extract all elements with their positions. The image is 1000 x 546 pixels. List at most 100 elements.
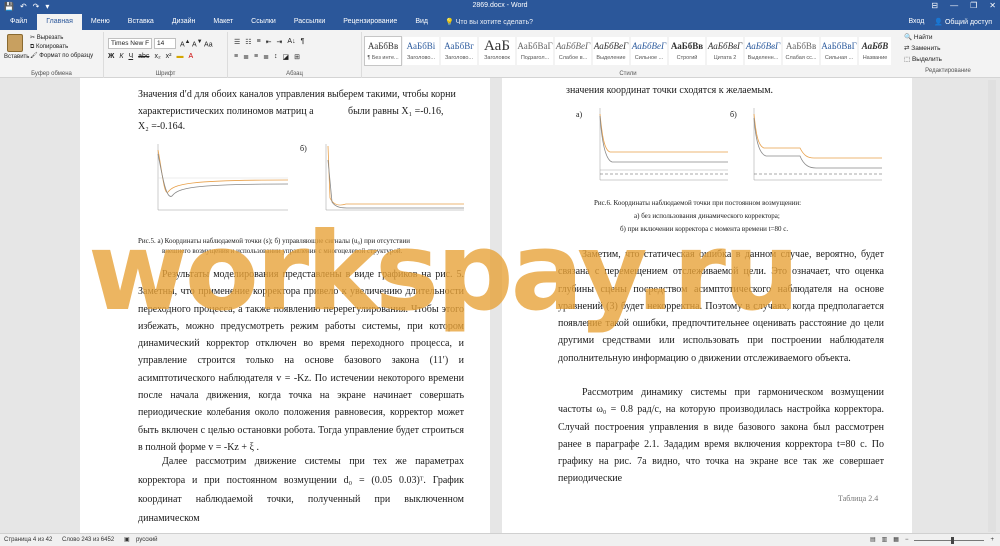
figure-6b bbox=[744, 104, 884, 188]
align-center-icon[interactable]: ≣ bbox=[243, 53, 249, 61]
font-grow-icon[interactable]: A▲ A▼ Aa bbox=[180, 39, 213, 48]
word-count[interactable]: Слово 243 из 6452 bbox=[62, 534, 114, 546]
select-button[interactable]: ⬚ Выделить bbox=[904, 54, 998, 65]
minimize-button[interactable]: — bbox=[950, 1, 958, 10]
style-item[interactable]: АаБбВ Название bbox=[858, 36, 892, 66]
replace-button[interactable]: ⇄ Заменить bbox=[904, 43, 998, 54]
borders-icon[interactable]: ⊞ bbox=[294, 53, 300, 61]
styles-gallery: АаБбВв ¶ Без инте... АаБбВі Заголово... Аа… bbox=[364, 32, 892, 78]
style-item[interactable]: АаБбВеГ Сильное ... bbox=[630, 36, 668, 66]
underline-button[interactable]: Ч bbox=[128, 53, 133, 60]
style-item[interactable]: АаБ Заголовок bbox=[478, 36, 516, 66]
ribbon-tabs: Файл Главная Меню Вставка Дизайн Макет С… bbox=[0, 14, 1000, 30]
proofing-icon[interactable]: ▣ bbox=[124, 534, 130, 546]
tab-insert[interactable]: Вставка bbox=[119, 14, 163, 30]
increase-indent-icon[interactable]: ⇥ bbox=[277, 38, 283, 46]
language[interactable]: русский bbox=[136, 534, 158, 546]
zoom-slider-knob[interactable] bbox=[951, 536, 955, 544]
format-painter-button[interactable]: 🖌 Формат по образцу bbox=[30, 52, 93, 61]
copy-button[interactable]: ⧉ Копировать bbox=[30, 43, 93, 52]
tab-review[interactable]: Рецензирование bbox=[334, 14, 406, 30]
body-line: значения координат точки сходятся к жела… bbox=[566, 85, 774, 96]
tab-file[interactable]: Файл bbox=[0, 14, 37, 30]
tab-design[interactable]: Дизайн bbox=[163, 14, 205, 30]
share-button[interactable]: 👤 Общий доступ bbox=[934, 18, 992, 26]
group-label: Буфер обмена bbox=[31, 71, 72, 77]
style-item[interactable]: АаБбВвГ Выделенн... bbox=[744, 36, 782, 66]
lightbulb-icon: 💡 bbox=[444, 19, 454, 26]
print-layout-icon[interactable]: ▥ bbox=[882, 534, 888, 546]
chart-5b bbox=[325, 144, 464, 211]
watermark-logo: workspay.ru bbox=[88, 210, 800, 335]
intro-line: X₂ =-0.164. bbox=[138, 121, 186, 132]
figure-caption: Рис.6. Координаты наблюдаемой точки при … bbox=[594, 199, 802, 207]
sign-in-link[interactable]: Вход bbox=[908, 18, 924, 26]
align-left-icon[interactable]: ≡ bbox=[234, 53, 238, 61]
pilcrow-icon[interactable]: ¶ bbox=[301, 38, 305, 46]
tab-home[interactable]: Главная bbox=[37, 14, 82, 30]
figure-5b bbox=[316, 140, 466, 218]
style-item[interactable]: АаБбВв Слабая сс... bbox=[782, 36, 820, 66]
font-color-icon[interactable]: A bbox=[189, 53, 194, 60]
intro-line: Значения d′d для обоих каналов управлени… bbox=[138, 89, 456, 100]
figure-label: б) bbox=[730, 110, 737, 119]
style-item[interactable]: АаБбВвГ Цитата 2 bbox=[706, 36, 744, 66]
intro-line: были равны X₁ =-0.16, bbox=[348, 106, 444, 117]
tell-me-search[interactable]: 💡 Что вы хотите сделать? bbox=[445, 18, 533, 26]
line-spacing-icon[interactable]: ↕ bbox=[274, 53, 278, 61]
style-item[interactable]: АаБбВв Строгий bbox=[668, 36, 706, 66]
chart-6a bbox=[599, 108, 728, 181]
superscript-button[interactable]: x² bbox=[166, 53, 172, 60]
tab-view[interactable]: Вид bbox=[406, 14, 437, 30]
style-item[interactable]: АаБбВеГ Слабое в... bbox=[554, 36, 592, 66]
select-icon: ⬚ bbox=[904, 56, 912, 63]
zoom-in-button[interactable]: + bbox=[990, 534, 994, 546]
tab-layout[interactable]: Макет bbox=[204, 14, 242, 30]
zoom-out-button[interactable]: − bbox=[905, 534, 909, 546]
read-mode-icon[interactable]: ▤ bbox=[870, 534, 876, 546]
style-item[interactable]: АаБбВі Заголово... bbox=[402, 36, 440, 66]
web-layout-icon[interactable]: ▦ bbox=[893, 534, 899, 546]
tab-references[interactable]: Ссылки bbox=[242, 14, 285, 30]
vertical-scrollbar[interactable] bbox=[988, 80, 996, 532]
style-item[interactable]: АаБбВвГ Сильная ... bbox=[820, 36, 858, 66]
close-button[interactable]: ✕ bbox=[989, 1, 996, 10]
font-size-select[interactable]: 14 bbox=[154, 38, 176, 49]
editing-group: 🔍 Найти ⇄ Заменить ⬚ Выделить Редактиров… bbox=[898, 32, 998, 78]
ribbon-display-icon[interactable]: ⊟ bbox=[931, 1, 938, 10]
bold-button[interactable]: Ж bbox=[108, 53, 114, 60]
italic-button[interactable]: К bbox=[119, 53, 123, 60]
clipboard-icon bbox=[7, 34, 23, 52]
body-paragraph: Далее рассмотрим движение системы при те… bbox=[138, 456, 464, 524]
maximize-button[interactable]: ❐ bbox=[970, 1, 977, 10]
window-title: 2869.docx - Word bbox=[472, 2, 528, 9]
cut-button[interactable]: ✂ Вырезать bbox=[30, 34, 93, 43]
page-count[interactable]: Страница 4 из 42 bbox=[4, 534, 52, 546]
numbering-icon[interactable]: ☷ bbox=[245, 38, 251, 46]
zoom-slider[interactable] bbox=[914, 536, 985, 544]
figure-label: б) bbox=[300, 144, 307, 153]
tab-menu[interactable]: Меню bbox=[82, 14, 119, 30]
style-item[interactable]: АаБбВаГ Подзагол... bbox=[516, 36, 554, 66]
tab-mailings[interactable]: Рассылки bbox=[285, 14, 334, 30]
bullets-icon[interactable]: ☰ bbox=[234, 38, 240, 46]
decrease-indent-icon[interactable]: ⇤ bbox=[266, 38, 272, 46]
paste-button[interactable]: Вставить bbox=[4, 34, 29, 60]
style-item[interactable]: АаБбВг Заголово... bbox=[440, 36, 478, 66]
multilevel-icon[interactable]: ≡ bbox=[257, 38, 261, 46]
text-highlight-icon[interactable]: ▬ bbox=[177, 53, 184, 60]
style-item[interactable]: АаБбВв ¶ Без инте... bbox=[364, 36, 402, 66]
font-name-select[interactable]: Times New F bbox=[108, 38, 152, 49]
find-button[interactable]: 🔍 Найти bbox=[904, 32, 998, 43]
style-item[interactable]: АаБбВеГ Выделение bbox=[592, 36, 630, 66]
strikethrough-button[interactable]: abc bbox=[138, 53, 149, 60]
figure-6a bbox=[590, 104, 730, 188]
brush-icon: 🖌 bbox=[30, 53, 40, 59]
subscript-button[interactable]: x₂ bbox=[154, 53, 160, 60]
search-icon: 🔍 bbox=[904, 34, 914, 41]
sort-icon[interactable]: A↓ bbox=[287, 38, 295, 46]
shading-icon[interactable]: ◪ bbox=[282, 53, 289, 61]
align-right-icon[interactable]: ≡ bbox=[254, 53, 258, 61]
justify-icon[interactable]: ≣ bbox=[263, 53, 269, 61]
title-bar: 💾 ↶ ↷ ▾ 2869.docx - Word ⊟ — ❐ ✕ bbox=[0, 0, 1000, 14]
